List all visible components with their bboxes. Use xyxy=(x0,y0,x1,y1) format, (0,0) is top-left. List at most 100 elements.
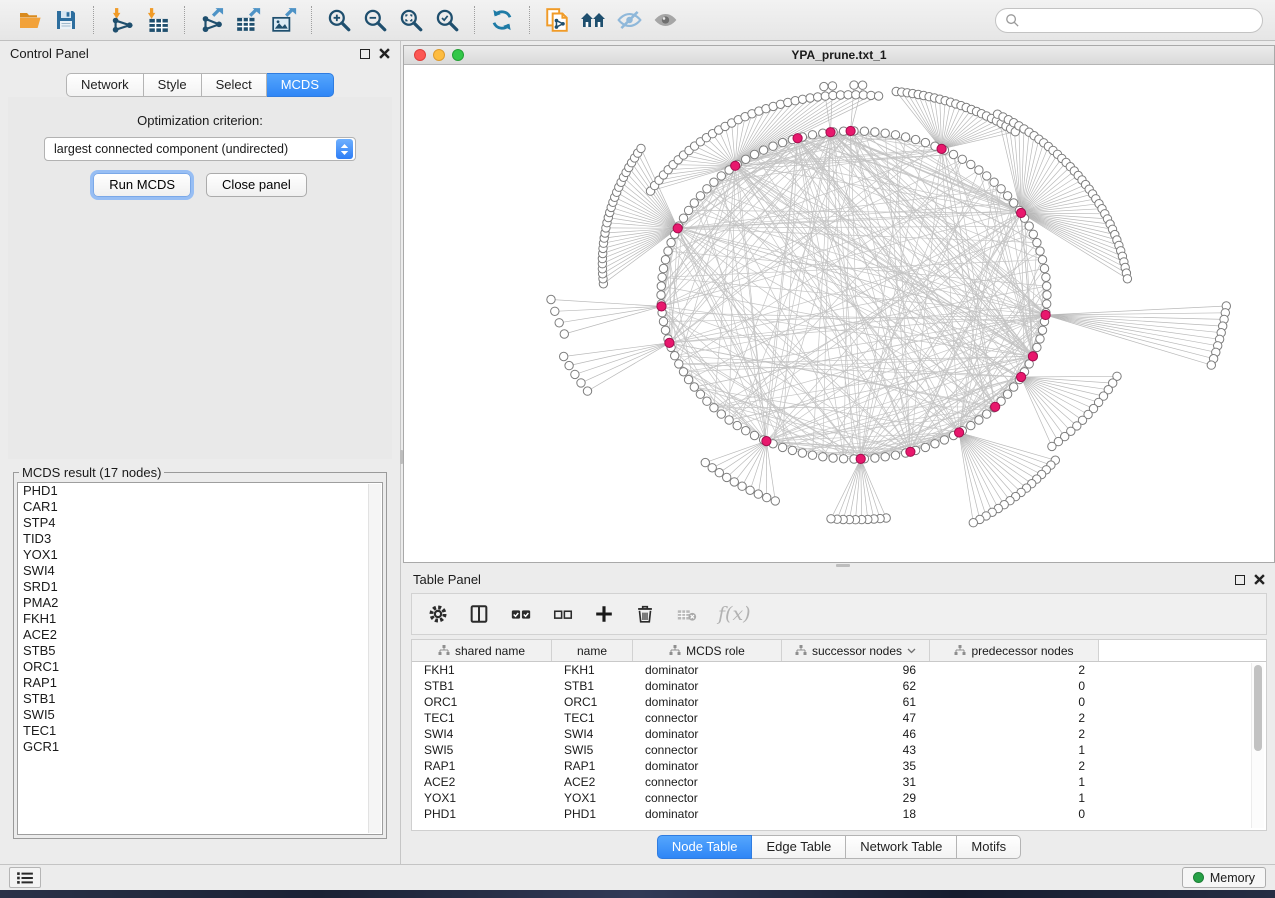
table-scrollbar[interactable] xyxy=(1251,663,1264,828)
hide-selected-icon[interactable] xyxy=(611,4,647,36)
column-header-successor-nodes[interactable]: successor nodes xyxy=(782,640,930,661)
mcds-result-item[interactable]: PHD1 xyxy=(18,483,382,499)
criterion-dropdown[interactable]: largest connected component (undirected) xyxy=(44,137,356,161)
maximize-window-icon[interactable] xyxy=(452,49,464,61)
search-input[interactable] xyxy=(1020,13,1253,27)
network-title-bar[interactable]: YPA_prune.txt_1 xyxy=(404,46,1274,65)
close-panel-button[interactable]: Close panel xyxy=(206,173,307,197)
network-graph xyxy=(404,65,1274,562)
table-row[interactable]: ORC1ORC1dominator610 xyxy=(412,694,1266,710)
table-row[interactable]: ACE2ACE2connector311 xyxy=(412,774,1266,790)
float-panel-icon[interactable] xyxy=(360,49,370,59)
mcds-result-item[interactable]: PMA2 xyxy=(18,595,382,611)
table-cell: 2 xyxy=(930,662,1099,678)
import-network-icon[interactable] xyxy=(103,4,139,36)
first-neighbors-icon[interactable] xyxy=(575,4,611,36)
mcds-result-item[interactable]: SWI5 xyxy=(18,707,382,723)
mcds-result-item[interactable]: STB5 xyxy=(18,643,382,659)
vertical-splitter-handle[interactable] xyxy=(400,450,403,464)
memory-label: Memory xyxy=(1210,871,1255,885)
mcds-result-item[interactable]: SRD1 xyxy=(18,579,382,595)
add-column-icon[interactable] xyxy=(593,603,615,625)
control-panel-tabs: NetworkStyleSelectMCDS xyxy=(0,73,400,97)
mcds-result-item[interactable]: ACE2 xyxy=(18,627,382,643)
mcds-result-item[interactable]: FKH1 xyxy=(18,611,382,627)
zoom-in-icon[interactable] xyxy=(321,4,357,36)
mcds-list-scrollbar[interactable] xyxy=(368,484,381,833)
tab-node-table[interactable]: Node Table xyxy=(657,835,753,859)
table-row[interactable]: STB1STB1dominator620 xyxy=(412,678,1266,694)
float-table-panel-icon[interactable] xyxy=(1235,575,1245,585)
column-header-name[interactable]: name xyxy=(552,640,633,661)
table-row[interactable]: FKH1FKH1dominator962 xyxy=(412,662,1266,678)
mcds-result-item[interactable]: RAP1 xyxy=(18,675,382,691)
mcds-result-item[interactable]: GCR1 xyxy=(18,739,382,755)
mcds-result-item[interactable]: TID3 xyxy=(18,531,382,547)
search-box[interactable] xyxy=(995,8,1263,33)
table-panel: Table Panel f(x) shared namenameMCDS rol… xyxy=(403,567,1275,860)
table-row[interactable]: YOX1YOX1connector291 xyxy=(412,790,1266,806)
close-panel-icon[interactable] xyxy=(379,48,390,59)
mcds-result-item[interactable]: STB1 xyxy=(18,691,382,707)
clone-network-icon[interactable] xyxy=(539,4,575,36)
column-header-predecessor-nodes[interactable]: predecessor nodes xyxy=(930,640,1099,661)
table-cell: dominator xyxy=(633,662,782,678)
table-row[interactable]: RAP1RAP1dominator352 xyxy=(412,758,1266,774)
mcds-result-item[interactable]: SWI4 xyxy=(18,563,382,579)
table-cell: 1 xyxy=(930,790,1099,806)
tab-network-table[interactable]: Network Table xyxy=(846,835,957,859)
network-canvas[interactable] xyxy=(404,65,1274,562)
column-visibility-icon[interactable] xyxy=(468,603,490,625)
mcds-result-item[interactable]: TEC1 xyxy=(18,723,382,739)
table-settings-icon[interactable] xyxy=(427,603,449,625)
table-row[interactable]: SWI5SWI5connector431 xyxy=(412,742,1266,758)
delete-column-icon[interactable] xyxy=(634,603,656,625)
refresh-icon[interactable] xyxy=(484,4,520,36)
mcds-result-item[interactable]: STP4 xyxy=(18,515,382,531)
table-cell: 96 xyxy=(782,662,930,678)
tab-network[interactable]: Network xyxy=(66,73,144,97)
mcds-result-list[interactable]: PHD1CAR1STP4TID3YOX1SWI4SRD1PMA2FKH1ACE2… xyxy=(17,482,383,835)
close-window-icon[interactable] xyxy=(414,49,426,61)
toolbar-separator xyxy=(184,6,185,34)
column-header-MCDS-role[interactable]: MCDS role xyxy=(633,640,782,661)
table-cell: dominator xyxy=(633,678,782,694)
mcds-result-item[interactable]: YOX1 xyxy=(18,547,382,563)
show-panels-list-button[interactable] xyxy=(9,867,41,888)
network-window-title: YPA_prune.txt_1 xyxy=(791,48,886,62)
tab-edge-table[interactable]: Edge Table xyxy=(752,835,846,859)
table-tabs: Node TableEdge TableNetwork TableMotifs xyxy=(403,835,1275,859)
export-table-icon[interactable] xyxy=(230,4,266,36)
save-icon[interactable] xyxy=(48,4,84,36)
table-cell: 61 xyxy=(782,694,930,710)
export-network-icon[interactable] xyxy=(194,4,230,36)
mcds-result-item[interactable]: CAR1 xyxy=(18,499,382,515)
run-mcds-button[interactable]: Run MCDS xyxy=(93,173,191,197)
export-image-icon[interactable] xyxy=(266,4,302,36)
table-cell: SWI5 xyxy=(412,742,552,758)
delete-table-icon-disabled xyxy=(675,603,699,625)
mcds-result-item[interactable]: ORC1 xyxy=(18,659,382,675)
minimize-window-icon[interactable] xyxy=(433,49,445,61)
table-row[interactable]: SWI4SWI4dominator462 xyxy=(412,726,1266,742)
close-table-panel-icon[interactable] xyxy=(1254,574,1265,585)
zoom-selected-icon[interactable] xyxy=(429,4,465,36)
import-table-icon[interactable] xyxy=(139,4,175,36)
tab-style[interactable]: Style xyxy=(144,73,202,97)
deselect-all-rows-icon[interactable] xyxy=(552,603,574,625)
select-all-rows-icon[interactable] xyxy=(509,603,533,625)
open-file-icon[interactable] xyxy=(12,4,48,36)
table-row[interactable]: TEC1TEC1connector472 xyxy=(412,710,1266,726)
memory-button[interactable]: Memory xyxy=(1182,867,1266,888)
table-scrollbar-thumb[interactable] xyxy=(1254,665,1262,751)
zoom-fit-icon[interactable] xyxy=(393,4,429,36)
tab-select[interactable]: Select xyxy=(202,73,267,97)
show-all-icon[interactable] xyxy=(647,4,683,36)
column-header-shared-name[interactable]: shared name xyxy=(412,640,552,661)
table-cell: 46 xyxy=(782,726,930,742)
tab-mcds[interactable]: MCDS xyxy=(267,73,334,97)
table-row[interactable]: PHD1PHD1dominator180 xyxy=(412,806,1266,822)
tab-motifs[interactable]: Motifs xyxy=(957,835,1021,859)
table-body: FKH1FKH1dominator962STB1STB1dominator620… xyxy=(412,662,1266,822)
zoom-out-icon[interactable] xyxy=(357,4,393,36)
